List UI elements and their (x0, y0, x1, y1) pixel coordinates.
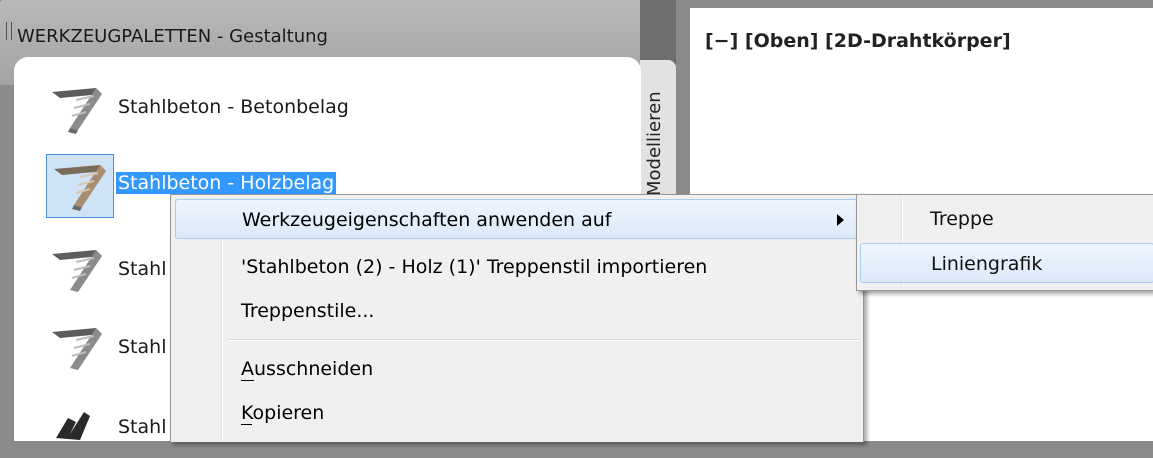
stair-dark-icon (56, 412, 90, 440)
tool-label: Stahlbeton - Holzbelag (116, 172, 337, 194)
submenu-apply-to: Treppe Liniengrafik (856, 194, 1153, 291)
tool-label: Stahl (118, 336, 167, 358)
stair-concrete-icon (52, 88, 102, 134)
palette-title: WERKZEUGPALETTEN - Gestaltung (17, 26, 328, 47)
menu-item-treppenstile[interactable]: Treppenstile... (175, 291, 859, 331)
mnemonic-underline (241, 380, 254, 381)
menu-item-label: Treppenstile... (241, 300, 375, 322)
menu-item-label: Kopieren (241, 402, 325, 424)
menu-item-kopieren[interactable]: Kopieren (175, 393, 859, 433)
menu-item-label: Werkzeugeigenschaften anwenden auf (242, 209, 612, 231)
mnemonic-underline (241, 424, 252, 425)
tool-label: Stahl (118, 416, 167, 438)
tool-item-stahlbeton-betonbelag[interactable]: Stahlbeton - Betonbelag (46, 78, 606, 138)
submenu-arrow-icon (837, 214, 844, 226)
submenu-item-liniengrafik[interactable]: Liniengrafik (860, 243, 1153, 283)
menu-item-label: Treppe (930, 208, 994, 230)
menu-item-ausschneiden[interactable]: Ausschneiden (175, 349, 859, 389)
viewport-controls-label[interactable]: [−] [Oben] [2D-Drahtkörper] (705, 30, 1011, 52)
menu-item-treppenstil-importieren[interactable]: 'Stahlbeton (2) - Holz (1)' Treppenstil … (175, 247, 859, 287)
stair-concrete-icon (52, 250, 102, 292)
tab-modellieren-label: Modellieren (644, 91, 665, 196)
tool-label: Stahlbeton - Betonbelag (118, 96, 349, 118)
menu-item-werkzeugeigenschaften[interactable]: Werkzeugeigenschaften anwenden auf (175, 199, 859, 239)
context-menu: Werkzeugeigenschaften anwenden auf 'Stah… (170, 194, 864, 442)
menu-item-label: Liniengrafik (931, 253, 1043, 275)
menu-item-label: Ausschneiden (241, 358, 374, 380)
stair-wood-icon (54, 165, 106, 211)
menu-separator (227, 339, 859, 341)
stair-concrete-icon (52, 328, 102, 370)
submenu-item-treppe[interactable]: Treppe (860, 199, 1153, 239)
tool-label: Stahl (118, 258, 167, 280)
menu-item-label: 'Stahlbeton (2) - Holz (1)' Treppenstil … (241, 256, 708, 278)
drag-grip-icon[interactable] (6, 22, 12, 40)
